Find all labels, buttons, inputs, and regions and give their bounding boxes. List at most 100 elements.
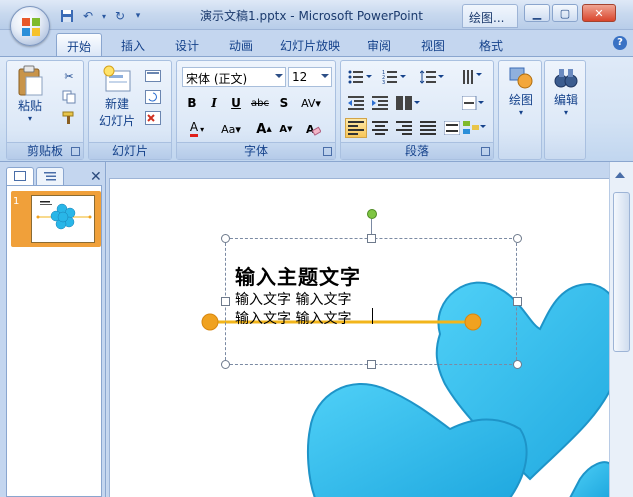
- drawing-tools-context-tab[interactable]: 绘图...: [462, 4, 518, 28]
- strikethrough-icon[interactable]: abc: [248, 93, 272, 113]
- close-icon[interactable]: ✕: [90, 169, 102, 185]
- window-title: 演示文稿1.pptx - Microsoft PowerPoint: [200, 9, 423, 23]
- redo-icon[interactable]: ↻: [111, 7, 129, 25]
- text-direction-icon[interactable]: [459, 67, 489, 87]
- smartart-icon[interactable]: [459, 118, 489, 138]
- help-icon[interactable]: ?: [613, 36, 627, 50]
- font-color-icon[interactable]: A ▾: [182, 119, 212, 139]
- slide-title-text[interactable]: 输入主题文字: [235, 261, 361, 290]
- layout-icon[interactable]: [143, 67, 163, 85]
- close-button[interactable]: ✕: [582, 4, 616, 22]
- tab-slideshow[interactable]: 幻灯片放映: [272, 33, 348, 56]
- align-text-icon[interactable]: [459, 93, 489, 113]
- tab-slides-view[interactable]: [6, 167, 34, 185]
- slide-canvas[interactable]: 输入主题文字 输入文字 输入文字 输入文字 输入文字: [109, 178, 609, 497]
- font-name-combo[interactable]: 宋体 (正文): [182, 67, 286, 87]
- cut-icon[interactable]: ✂: [59, 67, 79, 85]
- increase-indent-icon[interactable]: [369, 93, 391, 113]
- font-color-row: A ▾ Aa▾ A ▲ A ▼ A: [182, 119, 332, 139]
- align-center-icon[interactable]: [369, 118, 391, 138]
- italic-icon[interactable]: I: [204, 93, 224, 113]
- drawing-button[interactable]: 绘图 ▾: [501, 65, 541, 117]
- customize-qat-icon[interactable]: ▾: [132, 7, 144, 25]
- slide-body-line-1[interactable]: 输入文字 输入文字: [235, 289, 351, 309]
- new-slide-button[interactable]: 新建 幻灯片: [93, 65, 141, 129]
- paragraph-dialog-launcher[interactable]: [481, 147, 490, 156]
- text-shadow-icon[interactable]: S: [274, 93, 294, 113]
- office-button[interactable]: [10, 6, 50, 46]
- office-logo-icon: [22, 18, 40, 36]
- justify-icon[interactable]: [417, 118, 439, 138]
- font-size-combo[interactable]: 12: [288, 67, 332, 87]
- resize-handle-top-left[interactable]: [221, 234, 230, 243]
- tab-outline-view[interactable]: [36, 167, 64, 185]
- tab-review[interactable]: 审阅: [356, 33, 402, 56]
- resize-handle-bottom-right[interactable]: [513, 360, 522, 369]
- change-case-icon[interactable]: Aa▾: [216, 119, 246, 139]
- tab-insert[interactable]: 插入: [110, 33, 156, 56]
- resize-handle-bottom-left[interactable]: [221, 360, 230, 369]
- group-editing: 编辑 ▾: [544, 60, 586, 160]
- drawing-label: 绘图: [508, 93, 533, 107]
- tab-animations[interactable]: 动画: [218, 33, 264, 56]
- chevron-down-icon: ▾: [563, 108, 568, 117]
- editing-label: 编辑: [553, 93, 578, 107]
- tab-design[interactable]: 设计: [164, 33, 210, 56]
- rotate-handle[interactable]: [367, 209, 377, 219]
- columns-icon[interactable]: [393, 93, 423, 113]
- underline-icon[interactable]: U: [226, 93, 246, 113]
- minimize-button[interactable]: ▁: [524, 4, 550, 22]
- editing-button[interactable]: 编辑 ▾: [546, 65, 586, 117]
- align-left-icon[interactable]: [345, 118, 367, 138]
- bullets-icon[interactable]: [345, 67, 375, 87]
- group-paragraph: 123 段落: [340, 60, 494, 160]
- group-clipboard: 粘贴 ▾ ✂ 剪贴板: [6, 60, 84, 160]
- undo-icon[interactable]: ↶: [79, 7, 97, 25]
- paste-button[interactable]: 粘贴 ▾: [13, 65, 47, 123]
- heart-shape-edge: [569, 461, 609, 497]
- panel-tabs: ✕: [6, 166, 102, 186]
- resize-handle-bottom[interactable]: [367, 360, 376, 369]
- undo-dropdown-icon[interactable]: ▾: [100, 7, 108, 25]
- ribbon: 粘贴 ▾ ✂ 剪贴板 新建 幻灯片 幻灯片 宋体 (正文) 12 B I U a…: [0, 56, 633, 162]
- shrink-font-icon[interactable]: A ▼: [276, 119, 296, 139]
- resize-handle-top[interactable]: [367, 234, 376, 243]
- resize-handle-left[interactable]: [221, 297, 230, 306]
- vertical-scrollbar[interactable]: [609, 162, 633, 497]
- bold-icon[interactable]: B: [182, 93, 202, 113]
- clipboard-dialog-launcher[interactable]: [71, 147, 80, 156]
- resize-handle-top-right[interactable]: [513, 234, 522, 243]
- chevron-down-icon: [275, 74, 283, 78]
- align-right-icon[interactable]: [393, 118, 415, 138]
- binoculars-icon: [554, 69, 578, 88]
- character-spacing-icon[interactable]: AV▾: [296, 93, 326, 113]
- title-bar: ↶ ▾ ↻ ▾ 演示文稿1.pptx - Microsoft PowerPoin…: [0, 0, 633, 30]
- paste-label: 粘贴: [17, 99, 42, 113]
- chevron-down-icon: [321, 74, 329, 78]
- reset-slide-icon[interactable]: [143, 88, 163, 106]
- font-name-value: 宋体 (正文): [186, 72, 248, 86]
- scroll-up-arrow-icon[interactable]: [615, 172, 625, 178]
- line-spacing-icon[interactable]: [417, 67, 447, 87]
- copy-icon[interactable]: [59, 88, 79, 106]
- save-icon[interactable]: [58, 7, 76, 25]
- maximize-button[interactable]: ▢: [552, 4, 578, 22]
- tab-view[interactable]: 视图: [410, 33, 456, 56]
- numbering-icon[interactable]: 123: [379, 67, 409, 87]
- font-group-label: 字体: [177, 142, 335, 159]
- slide-thumbnail[interactable]: [31, 195, 95, 243]
- format-painter-icon[interactable]: [59, 109, 79, 127]
- delete-slide-icon[interactable]: [143, 109, 163, 127]
- paste-dropdown-icon[interactable]: ▾: [28, 114, 32, 123]
- font-dialog-launcher[interactable]: [323, 147, 332, 156]
- tab-home[interactable]: 开始: [56, 33, 102, 56]
- tab-format[interactable]: 格式: [468, 33, 514, 56]
- scroll-thumb[interactable]: [613, 192, 630, 352]
- group-font: 宋体 (正文) 12 B I U abc S AV▾ A ▾ Aa▾ A ▲ A ▼ …: [176, 60, 336, 160]
- paragraph-group-label: 段落: [341, 142, 493, 159]
- slide-body-line-2[interactable]: 输入文字 输入文字: [235, 308, 351, 328]
- resize-handle-right[interactable]: [513, 297, 522, 306]
- clear-formatting-icon[interactable]: A: [302, 119, 324, 139]
- decrease-indent-icon[interactable]: [345, 93, 367, 113]
- grow-font-icon[interactable]: A ▲: [254, 119, 274, 139]
